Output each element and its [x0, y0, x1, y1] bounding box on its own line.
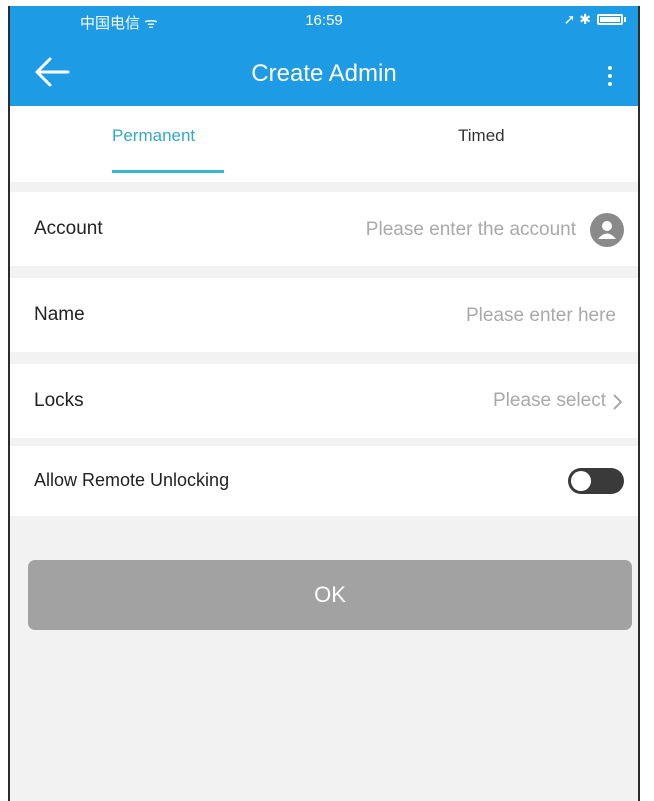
tab-active-indicator	[112, 170, 224, 173]
navigation-bar: Create Admin	[10, 36, 638, 106]
name-label: Name	[34, 304, 85, 325]
more-vertical-icon[interactable]	[600, 58, 620, 94]
remote-unlocking-row: Allow Remote Unlocking	[10, 446, 638, 516]
name-row: Name	[10, 278, 638, 352]
toggle-knob	[571, 471, 591, 491]
ok-button[interactable]: OK	[28, 560, 632, 630]
location-bluetooth-icons: ➚ ✱	[563, 11, 591, 27]
account-input[interactable]	[254, 210, 578, 250]
page-title: Create Admin	[251, 60, 397, 87]
remote-unlocking-label: Allow Remote Unlocking	[34, 470, 230, 490]
remote-unlocking-toggle[interactable]	[568, 468, 624, 494]
tab-timed-label: Timed	[458, 126, 505, 145]
locks-select[interactable]: Please select	[493, 390, 606, 412]
account-label: Account	[34, 218, 103, 239]
tab-permanent-label: Permanent	[112, 126, 196, 145]
status-icons: ➚ ✱	[564, 11, 626, 28]
tab-timed[interactable]: Timed	[326, 106, 638, 182]
status-time: 16:59	[305, 12, 343, 29]
contact-icon[interactable]	[590, 213, 624, 247]
tab-bar: Permanent Timed	[10, 106, 638, 182]
chevron-right-icon	[613, 394, 623, 410]
tab-permanent[interactable]: Permanent	[10, 106, 326, 182]
account-row: Account	[10, 192, 638, 266]
locks-label: Locks	[34, 390, 84, 411]
battery-tip	[624, 17, 626, 22]
name-input[interactable]	[294, 296, 618, 336]
locks-row[interactable]: Locks Please select	[10, 364, 638, 438]
phone-screen: 中国电信 ᯤ 16:59 ➚ ✱ Create Admin Permanent …	[8, 6, 640, 801]
status-bar: 中国电信 ᯤ 16:59 ➚ ✱	[10, 6, 638, 36]
battery-icon	[597, 14, 623, 25]
